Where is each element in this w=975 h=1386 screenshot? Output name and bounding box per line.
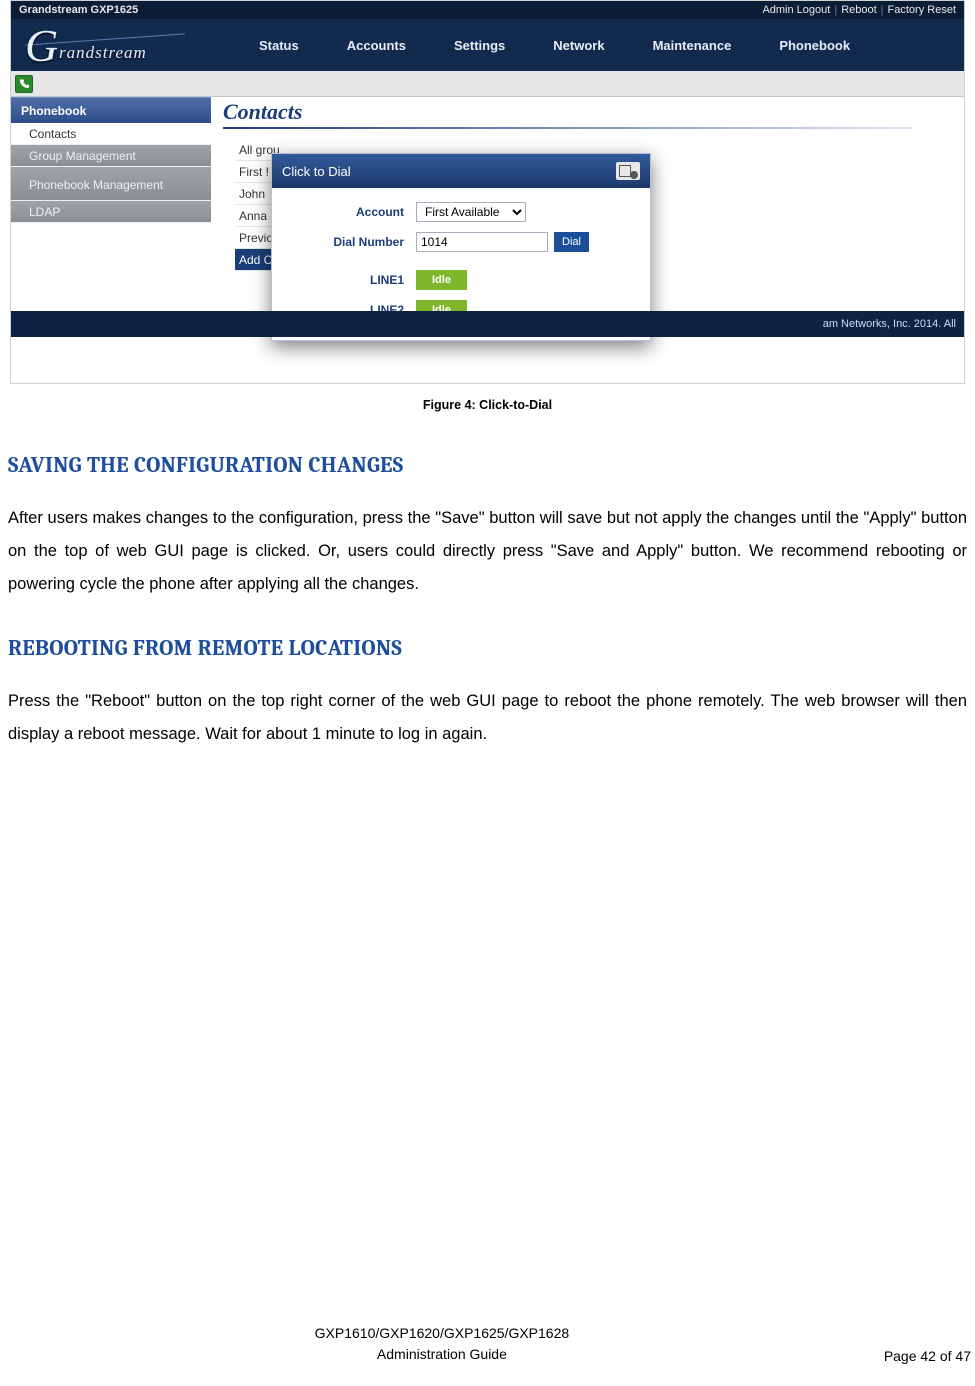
section-rebooting-title: REBOOTING FROM REMOTE LOCATIONS [8,635,967,661]
page-number: Page 42 of 47 [884,1348,975,1364]
line1-status: Idle [416,270,467,290]
nav-settings[interactable]: Settings [430,28,529,63]
content-area: Phonebook Contacts Group Management Phon… [11,97,964,337]
sidebar-item-group-management[interactable]: Group Management [11,145,211,167]
dial-number-input[interactable] [416,232,548,252]
dialog-titlebar: Click to Dial [272,154,650,188]
phone-icon[interactable] [15,75,33,93]
account-label: Account [286,205,416,219]
nav-phonebook[interactable]: Phonebook [755,28,874,63]
line1-label: LINE1 [286,273,416,287]
dial-button[interactable]: Dial [554,232,589,252]
brand-row: G randstream Status Accounts Settings Ne… [11,19,964,71]
nav-status[interactable]: Status [235,28,323,63]
footer-guide-line: Administration Guide [0,1344,884,1364]
footer-product-line: GXP1610/GXP1620/GXP1625/GXP1628 [0,1323,884,1343]
footer-copyright-fragment: am Networks, Inc. 2014. All [823,318,956,330]
toolbar-strip [11,71,964,97]
sidebar-item-ldap[interactable]: LDAP [11,201,211,223]
nav-network[interactable]: Network [529,28,628,63]
section-rebooting-body: Press the "Reboot" button on the top rig… [8,685,967,751]
main-nav: Status Accounts Settings Network Mainten… [235,28,874,63]
sidebar-item-phonebook-management[interactable]: Phonebook Management [11,167,211,201]
document-body: SAVING THE CONFIGURATION CHANGES After u… [0,452,975,751]
dialog-title: Click to Dial [282,164,351,179]
grandstream-logo: G randstream [25,25,195,65]
nav-maintenance[interactable]: Maintenance [629,28,756,63]
section-saving-title: SAVING THE CONFIGURATION CHANGES [8,452,967,478]
account-select[interactable]: First Available [416,202,526,222]
sidebar: Phonebook Contacts Group Management Phon… [11,97,211,223]
reboot-link[interactable]: Reboot [841,4,876,16]
page-footer: GXP1610/GXP1620/GXP1625/GXP1628 Administ… [0,1323,975,1364]
page-title: Contacts [223,95,913,127]
admin-logout-link[interactable]: Admin Logout [762,4,830,16]
factory-reset-link[interactable]: Factory Reset [888,4,956,16]
device-model: Grandstream GXP1625 [19,4,762,16]
sep-icon: | [834,4,837,16]
sidebar-header: Phonebook [11,97,211,123]
sidebar-item-contacts[interactable]: Contacts [11,123,211,145]
screenshot-footer-bar: am Networks, Inc. 2014. All [11,311,964,337]
device-topbar: Grandstream GXP1625 Admin Logout | Reboo… [11,1,964,19]
embedded-screenshot: Grandstream GXP1625 Admin Logout | Reboo… [10,0,965,384]
dialog-close-icon[interactable] [616,162,640,180]
dial-number-label: Dial Number [286,235,416,249]
section-saving-body: After users makes changes to the configu… [8,502,967,601]
sep-icon: | [881,4,884,16]
page-title-rule [223,127,913,129]
figure-caption: Figure 4: Click-to-Dial [0,398,975,412]
nav-accounts[interactable]: Accounts [323,28,430,63]
page-header: Contacts [223,95,913,129]
